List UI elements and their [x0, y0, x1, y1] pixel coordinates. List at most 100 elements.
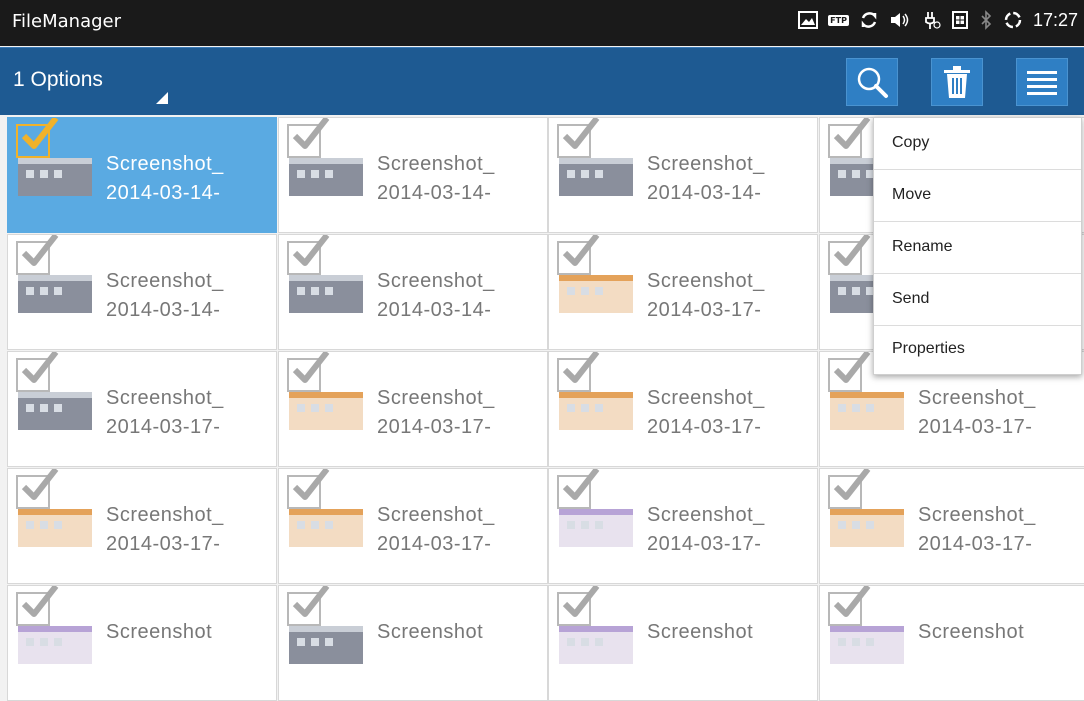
file-thumbnail — [559, 158, 633, 196]
checkmark-icon — [833, 469, 871, 500]
app-title: FileManager — [12, 11, 122, 32]
file-thumbnail — [289, 626, 363, 664]
file-thumbnail — [18, 626, 92, 664]
checkmark-icon — [21, 352, 59, 383]
checkmark-icon — [292, 235, 330, 266]
file-thumbnail — [830, 626, 904, 664]
checkmark-icon — [21, 469, 59, 500]
file-thumbnail — [559, 392, 633, 430]
checkmark-icon — [833, 118, 871, 149]
file-item[interactable]: Screenshot_2014-03-17- — [819, 468, 1084, 584]
file-name: Screenshot_2014-03-17- — [647, 504, 765, 555]
file-thumbnail — [830, 392, 904, 430]
file-item[interactable]: Screenshot_2014-03-14- — [7, 117, 277, 233]
sim-card-icon — [951, 9, 969, 31]
file-thumbnail — [18, 275, 92, 313]
file-thumbnail — [18, 158, 92, 196]
menu-item-label: Copy — [892, 134, 930, 151]
volume-icon — [889, 9, 911, 31]
file-item[interactable]: Screenshot_2014-03-14- — [548, 117, 818, 233]
file-item[interactable]: Screenshot_2014-03-17- — [7, 351, 277, 467]
checkmark-icon — [562, 118, 600, 149]
action-bar: 1 Options — [0, 47, 1084, 115]
context-menu: Copy Move Rename Send Properties — [873, 117, 1082, 375]
ftp-icon: FTP — [828, 14, 849, 26]
file-item[interactable]: Screenshot_2014-03-14- — [278, 234, 548, 350]
file-item[interactable]: Screenshot_2014-03-17- — [548, 351, 818, 467]
loading-icon — [1003, 9, 1023, 31]
status-bar: FileManager FTP 17:27 — [0, 0, 1084, 46]
checkmark-icon — [292, 469, 330, 500]
menu-item-copy[interactable]: Copy — [874, 118, 1081, 170]
bluetooth-icon — [979, 9, 993, 31]
file-item[interactable]: Screenshot — [7, 585, 277, 701]
file-thumbnail — [830, 509, 904, 547]
file-thumbnail — [559, 275, 633, 313]
file-name: Screenshot_2014-03-17- — [647, 387, 765, 438]
checkmark-icon — [833, 352, 871, 383]
overflow-menu-button[interactable] — [1016, 58, 1068, 106]
trash-icon — [944, 66, 970, 98]
menu-item-move[interactable]: Move — [874, 170, 1081, 222]
file-name: Screenshot_2014-03-14- — [377, 153, 495, 204]
file-item[interactable]: Screenshot — [278, 585, 548, 701]
sync-icon — [859, 9, 879, 31]
file-thumbnail — [18, 509, 92, 547]
file-item[interactable]: Screenshot_2014-03-17- — [278, 468, 548, 584]
menu-item-label: Properties — [892, 340, 965, 357]
dropdown-triangle-icon — [156, 92, 168, 104]
search-icon — [857, 67, 888, 98]
menu-item-send[interactable]: Send — [874, 274, 1081, 326]
file-item[interactable]: Screenshot_2014-03-17- — [548, 468, 818, 584]
checkmark-icon — [292, 586, 330, 617]
options-dropdown[interactable]: 1 Options — [13, 68, 103, 92]
file-name: Screenshot_2014-03-17- — [647, 270, 765, 321]
clock: 17:27 — [1032, 9, 1078, 30]
file-item[interactable]: Screenshot_2014-03-17- — [278, 351, 548, 467]
checkmark-icon — [21, 586, 59, 617]
file-name: Screenshot_2014-03-14- — [377, 270, 495, 321]
checkmark-icon — [833, 235, 871, 266]
usb-icon — [921, 9, 941, 31]
delete-button[interactable] — [931, 58, 983, 106]
file-thumbnail — [18, 392, 92, 430]
file-name: Screenshot_2014-03-17- — [106, 504, 224, 555]
file-thumbnail — [289, 158, 363, 196]
file-item[interactable]: Screenshot_2014-03-14- — [7, 234, 277, 350]
file-thumbnail — [559, 509, 633, 547]
checkmark-icon — [562, 469, 600, 500]
checkmark-icon — [562, 352, 600, 383]
search-button[interactable] — [846, 58, 898, 106]
file-thumbnail — [559, 626, 633, 664]
file-name: Screenshot_2014-03-17- — [106, 387, 224, 438]
file-item[interactable]: Screenshot — [819, 585, 1084, 701]
menu-item-properties[interactable]: Properties — [874, 324, 1081, 376]
checkmark-icon — [292, 352, 330, 383]
menu-item-label: Send — [892, 290, 930, 307]
checkmark-icon — [562, 586, 600, 617]
file-name: Screenshot_2014-03-14- — [106, 153, 224, 204]
menu-item-label: Rename — [892, 238, 953, 255]
file-name: Screenshot_2014-03-14- — [106, 270, 224, 321]
file-thumbnail — [289, 275, 363, 313]
checkmark-icon — [21, 235, 59, 266]
menu-icon — [1027, 71, 1057, 95]
file-name: Screenshot_2014-03-17- — [918, 504, 1036, 555]
file-thumbnail — [289, 392, 363, 430]
file-name: Screenshot_2014-03-17- — [918, 387, 1036, 438]
status-icons: FTP 17:27 — [798, 9, 1078, 31]
checkmark-icon — [833, 586, 871, 617]
image-icon — [798, 9, 819, 31]
file-item[interactable]: Screenshot_2014-03-17- — [548, 234, 818, 350]
menu-item-rename[interactable]: Rename — [874, 222, 1081, 274]
checkmark-icon — [562, 235, 600, 266]
file-name: Screenshot_2014-03-17- — [377, 504, 495, 555]
file-name: Screenshot_2014-03-17- — [377, 387, 495, 438]
checkmark-icon — [21, 118, 59, 149]
file-thumbnail — [289, 509, 363, 547]
file-item[interactable]: Screenshot_2014-03-14- — [278, 117, 548, 233]
checkmark-icon — [292, 118, 330, 149]
file-name: Screenshot_2014-03-14- — [647, 153, 765, 204]
file-item[interactable]: Screenshot_2014-03-17- — [7, 468, 277, 584]
file-item[interactable]: Screenshot — [548, 585, 818, 701]
